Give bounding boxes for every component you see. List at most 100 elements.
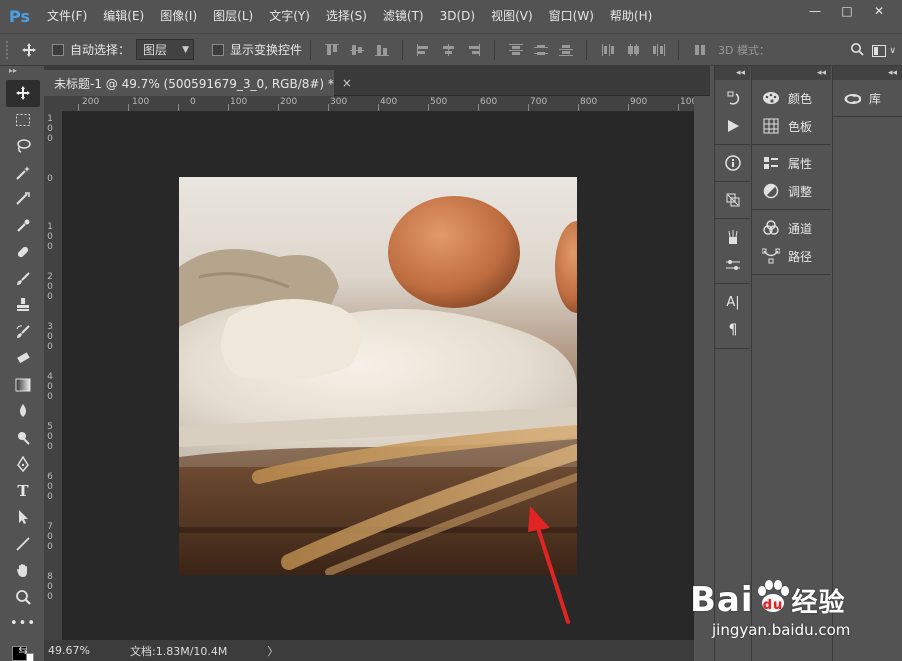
- panel-channels[interactable]: 通道: [752, 214, 831, 242]
- move-tool[interactable]: [6, 80, 40, 107]
- panel-color[interactable]: 颜色: [752, 84, 831, 112]
- status-menu-icon[interactable]: 〉: [267, 643, 278, 659]
- history-brush-tool[interactable]: [6, 319, 40, 346]
- ruler-label: 8 0 0: [47, 572, 53, 602]
- marquee-tool[interactable]: [6, 107, 40, 134]
- zoom-tool[interactable]: [6, 584, 40, 611]
- panel-properties[interactable]: 属性: [752, 149, 831, 177]
- hand-tool[interactable]: [6, 557, 40, 584]
- move-tool-icon[interactable]: [12, 42, 46, 58]
- blur-tool[interactable]: [6, 398, 40, 425]
- menu-select[interactable]: 选择(S): [318, 0, 375, 33]
- align-right-icon[interactable]: [464, 42, 483, 58]
- watermark-brand-a: Bai: [690, 580, 754, 620]
- distribute-bottom-icon[interactable]: [556, 42, 575, 58]
- align-top-icon[interactable]: [322, 42, 341, 58]
- panel-libraries[interactable]: 库: [833, 84, 902, 112]
- zoom-level[interactable]: 49.67%: [44, 644, 104, 657]
- type-tool[interactable]: T: [6, 478, 40, 505]
- adjustments-icon: [762, 183, 780, 199]
- brush-tool[interactable]: [6, 266, 40, 293]
- menu-window[interactable]: 窗口(W): [541, 0, 602, 33]
- line-tool[interactable]: [6, 531, 40, 558]
- ruler-label: 600: [480, 97, 498, 107]
- layer-comps-icon[interactable]: [715, 186, 751, 214]
- magic-wand-tool[interactable]: [6, 160, 40, 187]
- menu-file[interactable]: 文件(F): [39, 0, 95, 33]
- workspace-icon[interactable]: ∨: [872, 44, 896, 57]
- collapse-icon[interactable]: ◂◂: [715, 66, 750, 80]
- panel-adjustments[interactable]: 调整: [752, 177, 831, 205]
- ruler-vertical[interactable]: 1 0 0 0 1 0 0 2 0 0 3 0 0 4 0 0 5 0 0 6 …: [44, 112, 62, 640]
- auto-select-value: 图层: [143, 43, 168, 57]
- swap-colors-icon[interactable]: ⇆: [6, 640, 40, 661]
- palette-icon: [762, 91, 780, 105]
- search-icon[interactable]: [850, 42, 865, 59]
- more-tools-icon[interactable]: •••: [6, 610, 40, 637]
- pen-tool[interactable]: [6, 451, 40, 478]
- document-tab[interactable]: 未标题-1 @ 49.7% (500591679_3_0, RGB/8#) * …: [44, 70, 352, 96]
- window-controls: — □ ✕: [800, 2, 894, 20]
- menu-filter[interactable]: 滤镜(T): [375, 0, 432, 33]
- brush-presets-icon[interactable]: [715, 223, 751, 251]
- menu-layer[interactable]: 图层(L): [205, 0, 261, 33]
- menu-3d[interactable]: 3D(D): [432, 0, 483, 33]
- crop-tool[interactable]: [6, 186, 40, 213]
- close-tab-icon[interactable]: ×: [342, 76, 352, 90]
- distribute-left-icon[interactable]: [598, 42, 617, 58]
- align-hcenter-icon[interactable]: [439, 42, 458, 58]
- document-photo[interactable]: [179, 177, 577, 575]
- ruler-label: 0: [47, 174, 53, 184]
- align-bottom-icon[interactable]: [372, 42, 391, 58]
- eraser-tool[interactable]: [6, 345, 40, 372]
- menu-edit[interactable]: 编辑(E): [95, 0, 152, 33]
- auto-select-dropdown[interactable]: 图层 ▼: [136, 39, 195, 60]
- panel-swatches[interactable]: 色板: [752, 112, 831, 140]
- menu-type[interactable]: 文字(Y): [261, 0, 318, 33]
- character-panel-icon[interactable]: A|: [715, 288, 751, 316]
- toolbox-collapse-icon[interactable]: ▸▸: [6, 66, 40, 80]
- show-transform-label: 显示变换控件: [230, 43, 303, 57]
- ruler-horizontal[interactable]: 200 100 0 100 200 300 400 500 600 700 80…: [62, 96, 694, 112]
- info-icon[interactable]: [715, 149, 751, 177]
- gradient-tool[interactable]: [6, 372, 40, 399]
- menu-help[interactable]: 帮助(H): [602, 0, 660, 33]
- collapse-icon[interactable]: ◂◂: [752, 66, 831, 80]
- ruler-label: 200: [82, 97, 100, 107]
- maximize-button[interactable]: □: [832, 2, 862, 20]
- actions-play-icon[interactable]: [715, 112, 751, 140]
- clone-stamp-tool[interactable]: [6, 292, 40, 319]
- paragraph-panel-icon[interactable]: ¶: [715, 316, 751, 344]
- eyedropper-tool[interactable]: [6, 213, 40, 240]
- close-window-button[interactable]: ✕: [864, 2, 894, 20]
- ruler-label: 0: [190, 97, 196, 107]
- distribute-vcenter-icon[interactable]: [531, 42, 550, 58]
- divider: [678, 39, 680, 60]
- healing-brush-tool[interactable]: [6, 239, 40, 266]
- paw-icon: du: [754, 579, 792, 615]
- menu-view[interactable]: 视图(V): [483, 0, 541, 33]
- ruler-label: 6 0 0: [47, 472, 53, 502]
- history-panel-icon[interactable]: [715, 84, 751, 112]
- minimize-button[interactable]: —: [800, 2, 830, 20]
- collapse-icon[interactable]: ◂◂: [833, 66, 902, 80]
- ruler-label: 2 0 0: [47, 272, 53, 302]
- options-bar: 自动选择： 图层 ▼ 显示变换控件 3D 模式： ∨: [0, 33, 902, 66]
- panel-paths[interactable]: 路径: [752, 242, 831, 270]
- menu-image[interactable]: 图像(I): [152, 0, 205, 33]
- show-transform-checkbox[interactable]: [212, 43, 225, 56]
- distribute-right-icon[interactable]: [648, 42, 667, 58]
- path-selection-tool[interactable]: [6, 504, 40, 531]
- auto-select-checkbox[interactable]: [52, 43, 64, 56]
- distribute-hcenter-icon[interactable]: [623, 42, 642, 58]
- panel-libraries-label: 库: [869, 91, 882, 106]
- ruler-label: 700: [530, 97, 548, 107]
- dodge-tool[interactable]: [6, 425, 40, 452]
- align-left-icon[interactable]: [414, 42, 433, 58]
- auto-align-icon[interactable]: [690, 42, 709, 58]
- distribute-top-icon[interactable]: [506, 42, 525, 58]
- align-vcenter-icon[interactable]: [347, 42, 366, 58]
- chevron-down-icon: ∨: [889, 45, 896, 56]
- brush-settings-icon[interactable]: [715, 251, 751, 279]
- lasso-tool[interactable]: [6, 133, 40, 160]
